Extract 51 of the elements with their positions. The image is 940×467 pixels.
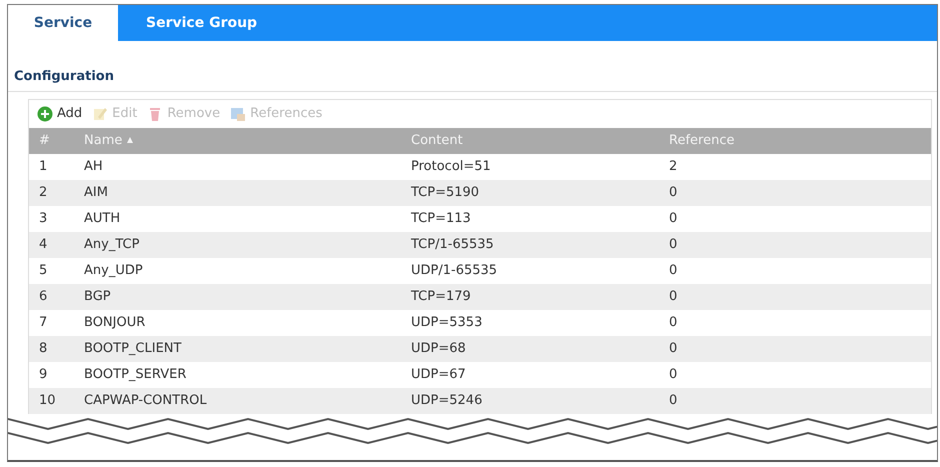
column-header[interactable]: # xyxy=(29,128,74,154)
table-cell: 0 xyxy=(659,284,931,310)
table-cell: AUTH xyxy=(74,206,401,232)
table-cell: 3 xyxy=(29,206,74,232)
add-icon xyxy=(37,106,53,122)
table-cell: 0 xyxy=(659,206,931,232)
table-cell: AIM xyxy=(74,180,401,206)
table-cell: 0 xyxy=(659,336,931,362)
table-cell: 10 xyxy=(29,388,74,414)
table-cell: 0 xyxy=(659,258,931,284)
window-icon xyxy=(230,106,246,122)
table-cell: BOOTP_SERVER xyxy=(74,362,401,388)
table-cell: 2 xyxy=(29,180,74,206)
table-cell: AH xyxy=(74,154,401,180)
column-header[interactable]: Name xyxy=(74,128,401,154)
table-cell: Any_UDP xyxy=(74,258,401,284)
table-cell: UDP=67 xyxy=(401,362,659,388)
table-cell: 5 xyxy=(29,258,74,284)
table-cell: BONJOUR xyxy=(74,310,401,336)
edit-icon xyxy=(92,106,108,122)
table-cell: UDP=5353 xyxy=(401,310,659,336)
table-cell: TCP/1-65535 xyxy=(401,232,659,258)
table-cell: Any_TCP xyxy=(74,232,401,258)
table-cell: UDP/1-65535 xyxy=(401,258,659,284)
table-cell: 0 xyxy=(659,362,931,388)
section-title: Configuration xyxy=(8,67,937,92)
table-cell: 8 xyxy=(29,336,74,362)
tab[interactable]: Service xyxy=(8,5,118,41)
table-cell: 1 xyxy=(29,154,74,180)
table-cell: Protocol=51 xyxy=(401,154,659,180)
toolbar-button[interactable]: Add xyxy=(37,104,82,124)
table-cell: 0 xyxy=(659,232,931,258)
table-cell: UDP=68 xyxy=(401,336,659,362)
table-cell: BOOTP_CLIENT xyxy=(74,336,401,362)
table-cell: 0 xyxy=(659,388,931,414)
table-cell: CAPWAP-CONTROL xyxy=(74,388,401,414)
table-cell: UDP=5246 xyxy=(401,388,659,414)
table-cell: TCP=179 xyxy=(401,284,659,310)
table-cell: BGP xyxy=(74,284,401,310)
table-cell: TCP=5190 xyxy=(401,180,659,206)
table-cell: 0 xyxy=(659,310,931,336)
table-cell: 4 xyxy=(29,232,74,258)
table-cell: 9 xyxy=(29,362,74,388)
table-cell: 2 xyxy=(659,154,931,180)
tab[interactable]: Service Group xyxy=(118,5,286,41)
column-header[interactable]: Content xyxy=(401,128,659,154)
table-cell: TCP=113 xyxy=(401,206,659,232)
table-cell: 7 xyxy=(29,310,74,336)
column-header[interactable]: Reference xyxy=(659,128,931,154)
table-cell: 0 xyxy=(659,180,931,206)
table-cell: 6 xyxy=(29,284,74,310)
